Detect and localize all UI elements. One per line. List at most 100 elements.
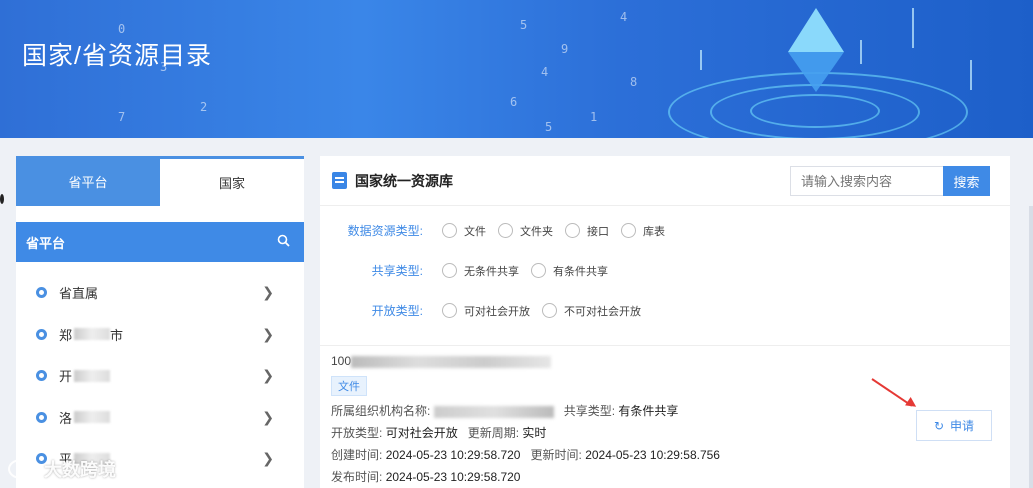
left-item-luo[interactable]: 洛 ❯: [16, 397, 304, 439]
search-icon[interactable]: [277, 234, 290, 250]
decor-ring: [750, 94, 880, 128]
right-panel: 国家统一资源库 搜索 数据资源类型: 文件 文件夹 接口 库表 共享类型: 无条…: [320, 156, 1010, 488]
apply-icon: ↻: [933, 418, 945, 433]
banner-digit: 4: [541, 65, 549, 79]
panel-title: 国家统一资源库: [355, 172, 453, 189]
published-time-value: 2024-05-23 10:29:58.720: [385, 470, 521, 484]
radio-label: 有条件共享: [553, 265, 608, 278]
open-type-value: 可对社会开放: [385, 426, 458, 440]
filter-row-open-type: 开放类型: 可对社会开放 不可对社会开放: [320, 302, 653, 319]
search-input[interactable]: [790, 166, 944, 196]
radio-circle[interactable]: [498, 223, 513, 238]
left-item-label: 开: [59, 369, 73, 385]
banner-digit: 3: [160, 60, 168, 74]
meta-row-published: 发布时间: 2024-05-23 10:29:58.720: [331, 468, 520, 485]
created-time-value: 2024-05-23 10:29:58.720: [385, 448, 521, 462]
watermark-logo-icon: [8, 459, 34, 479]
apply-button[interactable]: ↻ 申请: [916, 410, 992, 441]
radio-option[interactable]: 文件: [442, 223, 486, 239]
crystal-decor: [788, 8, 844, 52]
filter-label: 共享类型:: [371, 264, 423, 278]
chevron-right-icon: ❯: [262, 325, 274, 342]
filter-label: 数据资源类型:: [347, 224, 423, 238]
watermark: 大数跨境: [8, 456, 116, 482]
meta-label: 发布时间:: [331, 470, 383, 484]
banner-digit: 9: [561, 42, 569, 56]
radio-option[interactable]: 有条件共享: [531, 263, 608, 279]
edge-mark: [0, 194, 4, 204]
meta-label: 开放类型:: [331, 426, 383, 440]
left-item-label: 洛: [59, 410, 73, 426]
filter-row-share-type: 共享类型: 无条件共享 有条件共享: [320, 262, 620, 279]
result-title[interactable]: 100: [331, 354, 552, 368]
radio-circle[interactable]: [442, 303, 457, 318]
radio-option[interactable]: 接口: [565, 223, 609, 239]
radio-circle[interactable]: [442, 223, 457, 238]
left-scrollbar[interactable]: [1029, 206, 1033, 488]
left-panel: 省平台 国家 省平台 省直属 ❯ 郑 市 ❯ 开 ❯ 洛 ❯ 平 ❯: [16, 156, 304, 488]
radio-label: 文件: [464, 225, 486, 238]
chevron-right-icon: ❯: [262, 367, 274, 383]
banner-digit: 8: [630, 75, 638, 89]
meta-row-open: 开放类型: 可对社会开放 更新周期: 实时: [331, 424, 546, 441]
meta-label: 所属组织机构名称:: [331, 404, 431, 418]
radio-label: 不可对社会开放: [564, 305, 641, 318]
banner: 国家/省资源目录 0 5 4 9 2 1 7 8 3 6 5 4: [0, 0, 1033, 138]
left-item-zheng[interactable]: 郑 市 ❯: [16, 314, 304, 356]
radio-label: 文件夹: [520, 225, 553, 238]
redacted-text: [433, 405, 554, 418]
banner-digit: 2: [200, 100, 208, 114]
banner-digit: 1: [590, 110, 598, 124]
radio-circle[interactable]: [542, 303, 557, 318]
tab-province[interactable]: 省平台: [16, 156, 160, 206]
updated-time-value: 2024-05-23 10:29:58.756: [585, 448, 720, 462]
banner-digit: 7: [118, 110, 126, 124]
radio-option[interactable]: 无条件共享: [442, 263, 519, 279]
crystal-decor: [788, 52, 844, 92]
radio-option[interactable]: 可对社会开放: [442, 303, 530, 319]
filter-row-resource-type: 数据资源类型: 文件 文件夹 接口 库表: [320, 222, 677, 239]
radio-option[interactable]: 文件夹: [498, 223, 553, 239]
radio-label: 库表: [643, 225, 665, 238]
left-list: 省直属 ❯ 郑市 ❯ 开 ❯ 洛 ❯ 平 ❯: [16, 272, 304, 480]
chevron-right-icon: ❯: [262, 450, 274, 466]
item-dot-icon: [36, 411, 47, 423]
radio-option[interactable]: 库表: [621, 223, 665, 239]
radio-circle[interactable]: [621, 223, 636, 238]
left-item-label: 郑: [59, 327, 73, 343]
redacted-text: [351, 355, 552, 368]
radio-circle[interactable]: [565, 223, 580, 238]
search-button[interactable]: 搜索: [943, 166, 990, 196]
left-item-direct[interactable]: 省直属 ❯: [16, 272, 304, 314]
radio-option[interactable]: 不可对社会开放: [542, 303, 641, 319]
light-beam: [912, 8, 914, 48]
meta-row-times: 创建时间: 2024-05-23 10:29:58.720 更新时间: 2024…: [331, 446, 720, 463]
left-panel-header: 省平台: [16, 222, 304, 262]
page-title: 国家/省资源目录: [22, 42, 212, 70]
radio-circle[interactable]: [531, 263, 546, 278]
region-tabs: 省平台 国家: [16, 156, 304, 206]
meta-row-org: 所属组织机构名称: 共享类型: 有条件共享: [331, 402, 678, 419]
update-period-value: 实时: [522, 426, 547, 440]
redacted-text: [74, 369, 111, 382]
left-item-label: 省直属: [59, 286, 99, 302]
left-item-suffix: 市: [110, 327, 124, 343]
banner-digit: 4: [620, 10, 628, 24]
radio-circle[interactable]: [442, 263, 457, 278]
light-beam: [860, 40, 862, 64]
meta-label: 共享类型:: [563, 404, 616, 418]
banner-digit: 0: [118, 22, 126, 36]
redacted-text: [74, 411, 111, 424]
item-dot-icon: [36, 287, 47, 299]
chevron-right-icon: ❯: [262, 408, 274, 425]
light-beam: [700, 50, 702, 70]
light-beam: [970, 60, 972, 90]
radio-label: 无条件共享: [464, 265, 519, 278]
tab-national[interactable]: 国家: [160, 156, 304, 206]
left-item-kai[interactable]: 开 ❯: [16, 355, 304, 397]
filter-label: 开放类型:: [371, 304, 423, 318]
share-type-value: 有条件共享: [618, 404, 679, 418]
meta-label: 更新时间:: [530, 448, 582, 462]
watermark-text: 大数跨境: [44, 460, 116, 480]
radio-label: 可对社会开放: [464, 305, 530, 318]
